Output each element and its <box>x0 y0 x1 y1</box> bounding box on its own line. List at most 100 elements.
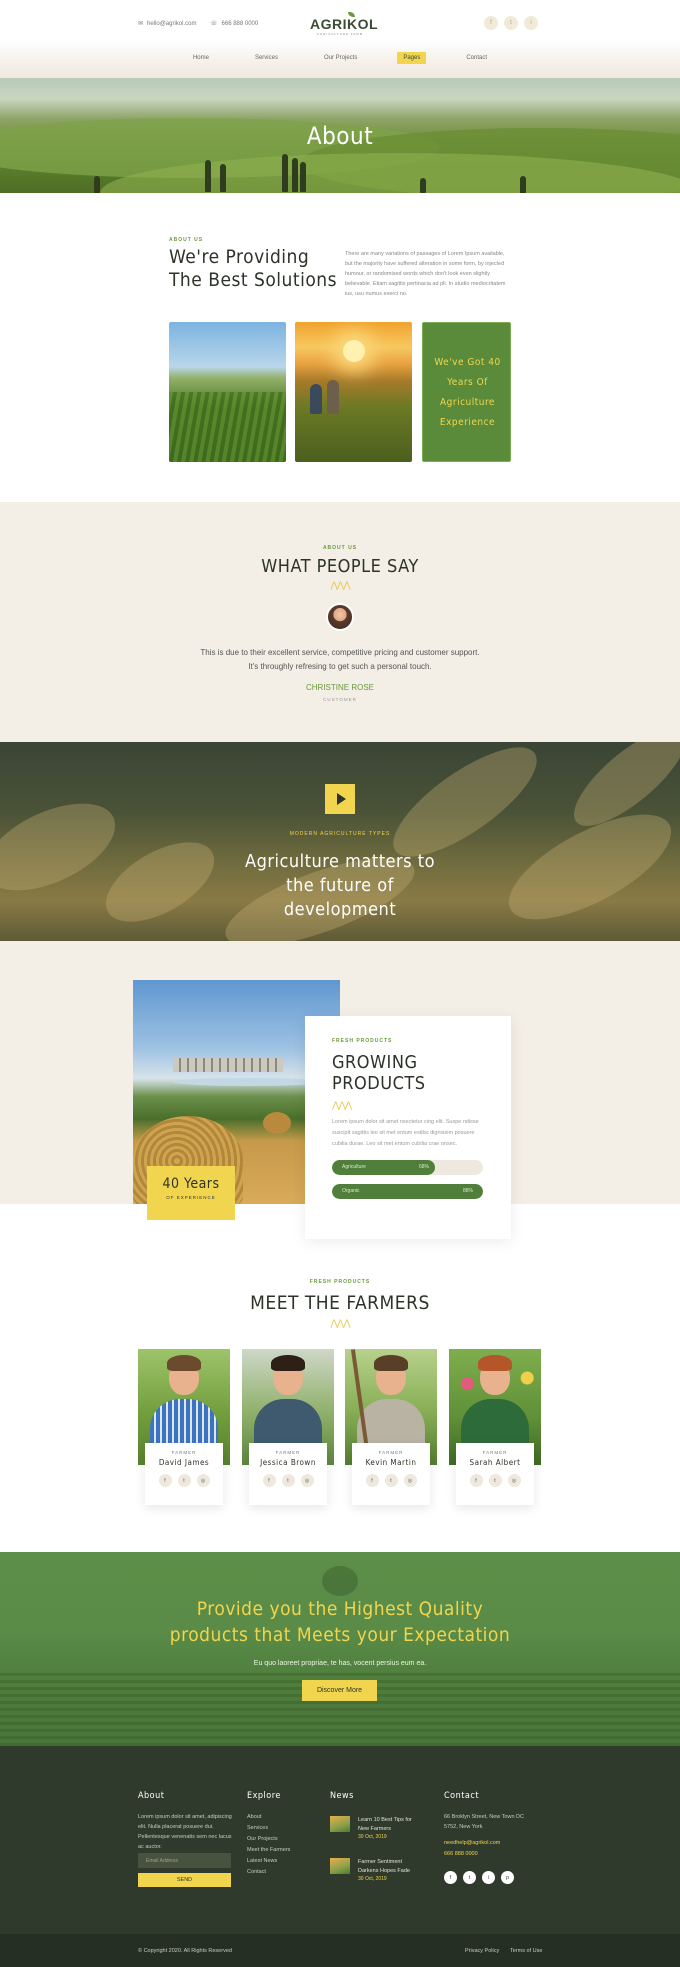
products-label: FRESH PRODUCTS <box>332 1038 393 1044</box>
farmer-card-david[interactable]: FARMER David James f t ◎ <box>138 1349 230 1511</box>
privacy-policy-link[interactable]: Privacy Policy <box>465 1948 499 1954</box>
news-title: Farmer Sentiment Darkens Hopes Fade <box>358 1859 410 1874</box>
farmer-name: David James <box>158 1458 210 1467</box>
twitter-icon[interactable]: t <box>463 1871 476 1884</box>
farmer-info: FARMER David James f t ◎ <box>145 1443 223 1505</box>
farmers-sunset-image <box>295 322 412 462</box>
footer-email[interactable]: needhelp@agrikol.com <box>444 1838 500 1848</box>
nav-our-projects[interactable]: Our Projects <box>318 52 363 64</box>
footer-link-projects[interactable]: Our Projects <box>247 1834 290 1845</box>
cypress-tree <box>282 154 288 192</box>
twitter-icon[interactable]: t <box>281 1474 295 1487</box>
instagram-icon[interactable]: ◎ <box>300 1474 314 1487</box>
products-card: FRESH PRODUCTS GROWING PRODUCTS ⋀⋀⋀ Lore… <box>305 1016 511 1239</box>
farmer-name: Jessica Brown <box>260 1458 316 1467</box>
terms-of-use-link[interactable]: Terms of Use <box>510 1948 542 1954</box>
avatar <box>326 603 354 631</box>
nav-services[interactable]: Services <box>249 52 284 64</box>
farmers-label: FRESH PRODUCTS <box>309 1279 371 1285</box>
footer-address: 66 Broklyn Street, New Town DC 5752, New… <box>444 1814 524 1830</box>
play-video-button[interactable] <box>325 784 355 814</box>
news-thumbnail <box>330 1816 350 1832</box>
discover-more-button[interactable]: Discover More <box>302 1680 377 1701</box>
nav-pages[interactable]: Pages <box>397 52 427 64</box>
news-thumbnail <box>330 1858 350 1874</box>
footer-link-services[interactable]: Services <box>247 1823 290 1834</box>
farmer-info: FARMER Sarah Albert f t ◎ <box>456 1443 534 1505</box>
cypress-tree <box>205 160 211 192</box>
farmer-card-kevin[interactable]: FARMER Kevin Martin f t ◎ <box>345 1349 437 1511</box>
experience-text: We've Got 40 Years Of Agriculture Experi… <box>434 357 501 428</box>
facebook-icon[interactable]: f <box>444 1871 457 1884</box>
news-date: 30 Oct, 2019 <box>358 1876 387 1882</box>
nav-home[interactable]: Home <box>187 52 215 64</box>
instagram-icon[interactable]: i <box>524 16 538 30</box>
farmer-figure <box>327 380 339 414</box>
farmer-name: Sarah Albert <box>469 1458 521 1467</box>
products-text: Lorem ipsum dolor sit amet nsectetur cin… <box>332 1119 479 1147</box>
bridge-decoration <box>173 1058 283 1072</box>
phone-icon: ☏ <box>210 21 218 27</box>
progress-label: Organic <box>342 1188 360 1194</box>
progress-bar-agriculture: Agriculture 68% <box>332 1160 483 1175</box>
farmer-hair <box>167 1355 201 1371</box>
farmer-name: Kevin Martin <box>365 1458 417 1467</box>
video-title: Agriculture matters to the future of dev… <box>245 851 435 920</box>
footer-explore-title: Explore <box>247 1791 281 1801</box>
footer-link-farmers[interactable]: Meet the Farmers <box>247 1845 290 1856</box>
about-text: There are many variations of passages of… <box>345 251 506 297</box>
twitter-icon[interactable]: t <box>384 1474 398 1487</box>
tree-silhouette <box>322 1566 358 1596</box>
experience-card: We've Got 40 Years Of Agriculture Experi… <box>422 322 511 462</box>
cypress-tree <box>292 158 298 192</box>
footer-explore-links: About Services Our Projects Meet the Far… <box>247 1812 290 1878</box>
cta-text: Eu quo laoreet propriae, te has, vocent … <box>253 1660 427 1667</box>
newsletter-email-input[interactable]: Email Address <box>138 1853 231 1868</box>
farmer-card-sarah[interactable]: FARMER Sarah Albert f t ◎ <box>449 1349 541 1511</box>
facebook-icon[interactable]: f <box>484 16 498 30</box>
progress-value: 68% <box>419 1164 430 1170</box>
about-title: We're Providing The Best Solutions <box>169 246 338 291</box>
farmers-title: MEET THE FARMERS <box>250 1292 430 1314</box>
twitter-icon[interactable]: t <box>488 1474 502 1487</box>
cypress-tree <box>94 176 100 193</box>
facebook-icon[interactable]: f <box>469 1474 483 1487</box>
twitter-icon[interactable]: t <box>504 16 518 30</box>
testimonial-role: CUSTOMER <box>323 697 357 702</box>
instagram-icon[interactable]: ◎ <box>196 1474 210 1487</box>
header-email[interactable]: ✉ hello@agrikol.com <box>138 20 196 28</box>
footer-link-about[interactable]: About <box>247 1812 290 1823</box>
header-phone[interactable]: ☏ 666 888 0000 <box>210 20 258 28</box>
farmer-card-jessica[interactable]: FARMER Jessica Brown f t ◎ <box>242 1349 334 1511</box>
footer-link-news[interactable]: Latest News <box>247 1856 290 1867</box>
facebook-icon[interactable]: f <box>262 1474 276 1487</box>
footer-link-contact[interactable]: Contact <box>247 1867 290 1878</box>
cypress-tree <box>220 164 226 192</box>
cypress-tree <box>420 178 426 193</box>
news-item[interactable]: Learn 10 Best Tips for New Farmers 30 Oc… <box>330 1816 418 1840</box>
copyright-text: © Copyright 2020. All Rights Reserved <box>138 1948 232 1954</box>
newsletter-send-button[interactable]: SEND <box>138 1873 231 1887</box>
pinterest-icon[interactable]: p <box>501 1871 514 1884</box>
testimonial-author: CHRISTINE ROSE <box>305 683 374 692</box>
farmer-info: FARMER Kevin Martin f t ◎ <box>352 1443 430 1505</box>
site-logo[interactable]: AGRIKOL AGRICULTURE FARM <box>310 12 378 36</box>
nav-contact[interactable]: Contact <box>460 52 493 64</box>
play-icon <box>336 793 346 805</box>
facebook-icon[interactable]: f <box>158 1474 172 1487</box>
instagram-icon[interactable]: i <box>482 1871 495 1884</box>
experience-badge: 40 Years OF EXPERIENCE <box>147 1166 235 1220</box>
facebook-icon[interactable]: f <box>365 1474 379 1487</box>
news-date: 30 Oct, 2019 <box>358 1834 387 1840</box>
twitter-icon[interactable]: t <box>177 1474 191 1487</box>
farmer-role: FARMER <box>171 1450 197 1455</box>
footer-bottom-bar <box>0 1934 680 1967</box>
news-item[interactable]: Farmer Sentiment Darkens Hopes Fade 30 O… <box>330 1858 418 1882</box>
instagram-icon[interactable]: ◎ <box>403 1474 417 1487</box>
video-label: MODERN AGRICULTURE TYPES <box>289 831 391 837</box>
zigzag-divider-icon: ⋀⋀⋀ <box>332 1100 352 1110</box>
testimonial-label: ABOUT US <box>322 545 358 551</box>
products-title: GROWING PRODUCTS <box>332 1052 426 1094</box>
footer-phone[interactable]: 666 888 0000 <box>444 1849 478 1859</box>
instagram-icon[interactable]: ◎ <box>507 1474 521 1487</box>
